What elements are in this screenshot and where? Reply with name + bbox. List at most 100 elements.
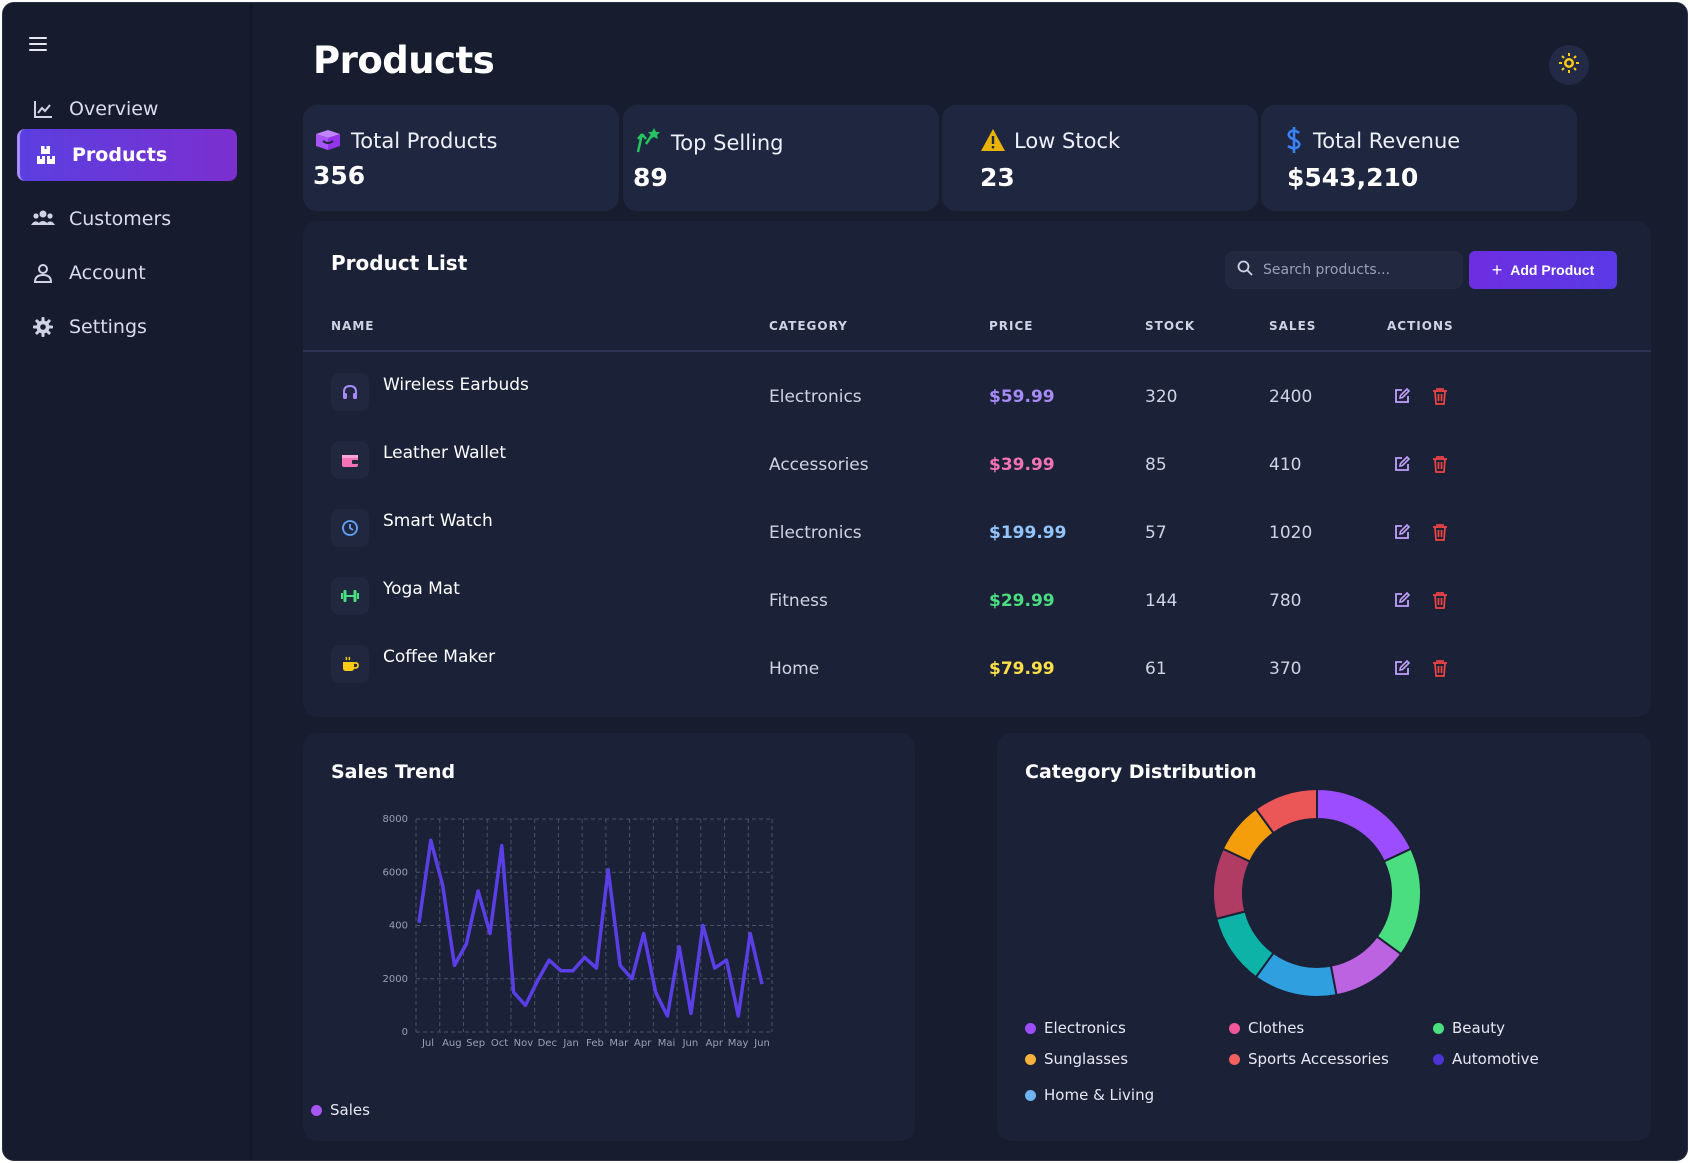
legend-item-electronics[interactable]: Electronics <box>1025 1019 1126 1037</box>
table-row[interactable]: Coffee Maker Home $79.99 61 370 <box>303 633 1651 701</box>
stat-value: 356 <box>313 161 366 190</box>
donut-slice[interactable] <box>1316 787 1413 863</box>
x-tick-label: Oct <box>491 1038 508 1049</box>
theme-toggle-button[interactable] <box>1549 45 1589 85</box>
column-header[interactable]: PRICE <box>989 319 1034 333</box>
product-stock: 57 <box>1145 523 1167 543</box>
edit-icon[interactable] <box>1391 589 1413 611</box>
sidebar-item-customers[interactable]: Customers <box>17 193 237 245</box>
product-stock: 61 <box>1145 659 1167 679</box>
trash-icon[interactable] <box>1429 453 1451 475</box>
x-tick-label: Apr <box>634 1038 652 1049</box>
column-header: ACTIONS <box>1387 319 1454 333</box>
plus-icon: + <box>1491 259 1503 280</box>
product-stock: 144 <box>1145 591 1178 611</box>
search-box[interactable] <box>1225 251 1463 289</box>
sidebar-item-label: Products <box>72 144 168 166</box>
legend-item-clothes[interactable]: Clothes <box>1229 1019 1304 1037</box>
x-tick-label: Sep <box>466 1038 485 1049</box>
edit-icon[interactable] <box>1391 657 1413 679</box>
trash-icon[interactable] <box>1429 385 1451 407</box>
trending-up-icon <box>633 125 663 155</box>
product-price: $59.99 <box>989 387 1055 407</box>
x-tick-label: Jul <box>421 1038 434 1049</box>
sidebar-item-label: Settings <box>69 316 147 338</box>
stat-card-top-selling: Top Selling 89 <box>623 105 939 211</box>
column-header[interactable]: STOCK <box>1145 319 1195 333</box>
stat-card-total-products: Total Products 356 <box>303 105 619 211</box>
product-name: Yoga Mat <box>383 579 460 599</box>
stat-label: Low Stock <box>1014 129 1121 153</box>
table-row[interactable]: Leather Wallet Accessories $39.99 85 410 <box>303 429 1651 497</box>
sidebar-item-label: Customers <box>69 208 172 230</box>
x-tick-label: Dec <box>538 1038 557 1049</box>
trash-icon[interactable] <box>1429 589 1451 611</box>
sidebar-item-label: Overview <box>69 98 159 120</box>
stat-card-low-stock: Low Stock 23 <box>942 105 1258 211</box>
legend-item-home-living[interactable]: Home & Living <box>1025 1086 1154 1104</box>
panel-title: Sales Trend <box>331 761 456 783</box>
y-tick-label: 2000 <box>383 974 408 985</box>
search-input[interactable] <box>1263 262 1453 278</box>
product-sales: 370 <box>1269 659 1302 679</box>
sidebar-item-label: Account <box>69 262 146 284</box>
edit-icon[interactable] <box>1391 453 1413 475</box>
edit-icon[interactable] <box>1391 521 1413 543</box>
x-tick-label: Nov <box>514 1038 534 1049</box>
x-tick-label: Mai <box>658 1038 676 1049</box>
users-icon <box>31 207 55 231</box>
product-name: Leather Wallet <box>383 443 507 463</box>
column-header[interactable]: CATEGORY <box>769 319 848 333</box>
legend-label: Beauty <box>1452 1019 1505 1037</box>
product-stock: 85 <box>1145 455 1167 475</box>
sales-series-line <box>417 838 764 1018</box>
x-tick-label: Mar <box>609 1038 629 1049</box>
trash-icon[interactable] <box>1429 521 1451 543</box>
product-name: Smart Watch <box>383 511 493 531</box>
sidebar-item-settings[interactable]: Settings <box>17 301 237 353</box>
donut-slice[interactable] <box>1329 935 1403 997</box>
legend-dot <box>1433 1053 1444 1065</box>
add-product-button[interactable]: + Add Product <box>1469 251 1617 289</box>
legend-label: Home & Living <box>1044 1086 1155 1104</box>
product-category: Electronics <box>769 387 862 407</box>
stat-value: $543,210 <box>1287 163 1419 192</box>
edit-icon[interactable] <box>1391 385 1413 407</box>
menu-icon[interactable] <box>29 37 47 53</box>
app-window: Overview Products Customers Account Sett <box>2 2 1688 1161</box>
x-tick-label: May <box>728 1038 749 1049</box>
product-price: $29.99 <box>989 591 1055 611</box>
legend-item-sunglasses[interactable]: Sunglasses <box>1025 1050 1128 1068</box>
warning-icon <box>978 125 1008 155</box>
donut-slice[interactable] <box>1375 847 1422 956</box>
legend-dot <box>1025 1053 1036 1065</box>
gear-icon <box>31 315 55 339</box>
column-header[interactable]: NAME <box>331 319 374 333</box>
sidebar-item-account[interactable]: Account <box>17 247 237 299</box>
boxes-icon <box>34 143 58 167</box>
legend-item-beauty[interactable]: Beauty <box>1433 1019 1505 1037</box>
sidebar-item-products[interactable]: Products <box>17 129 237 181</box>
trash-icon[interactable] <box>1429 657 1451 679</box>
table-row[interactable]: Smart Watch Electronics $199.99 57 1020 <box>303 497 1651 565</box>
category-distribution-panel: Category Distribution Electronics Clothe… <box>997 733 1651 1141</box>
sidebar-item-overview[interactable]: Overview <box>17 83 237 135</box>
table-row[interactable]: Wireless Earbuds Electronics $59.99 320 … <box>303 361 1651 429</box>
sidebar: Overview Products Customers Account Sett <box>3 3 253 1160</box>
product-category: Home <box>769 659 820 679</box>
legend-item-automotive[interactable]: Automotive <box>1433 1050 1539 1068</box>
legend-item-sales[interactable]: Sales <box>311 1101 370 1119</box>
stat-value: 89 <box>633 163 668 192</box>
column-header[interactable]: SALES <box>1269 319 1316 333</box>
add-product-label: Add Product <box>1510 262 1595 278</box>
divider <box>303 350 1651 352</box>
product-price: $199.99 <box>989 523 1067 543</box>
y-tick-label: 8000 <box>383 814 408 825</box>
legend-label: Sunglasses <box>1044 1050 1129 1068</box>
legend-dot <box>311 1104 322 1116</box>
product-sales: 1020 <box>1269 523 1313 543</box>
page-title: Products <box>313 39 495 82</box>
category-donut-chart <box>1212 787 1422 998</box>
legend-item-sports-accessories[interactable]: Sports Accessories <box>1229 1050 1389 1068</box>
table-row[interactable]: Yoga Mat Fitness $29.99 144 780 <box>303 565 1651 633</box>
